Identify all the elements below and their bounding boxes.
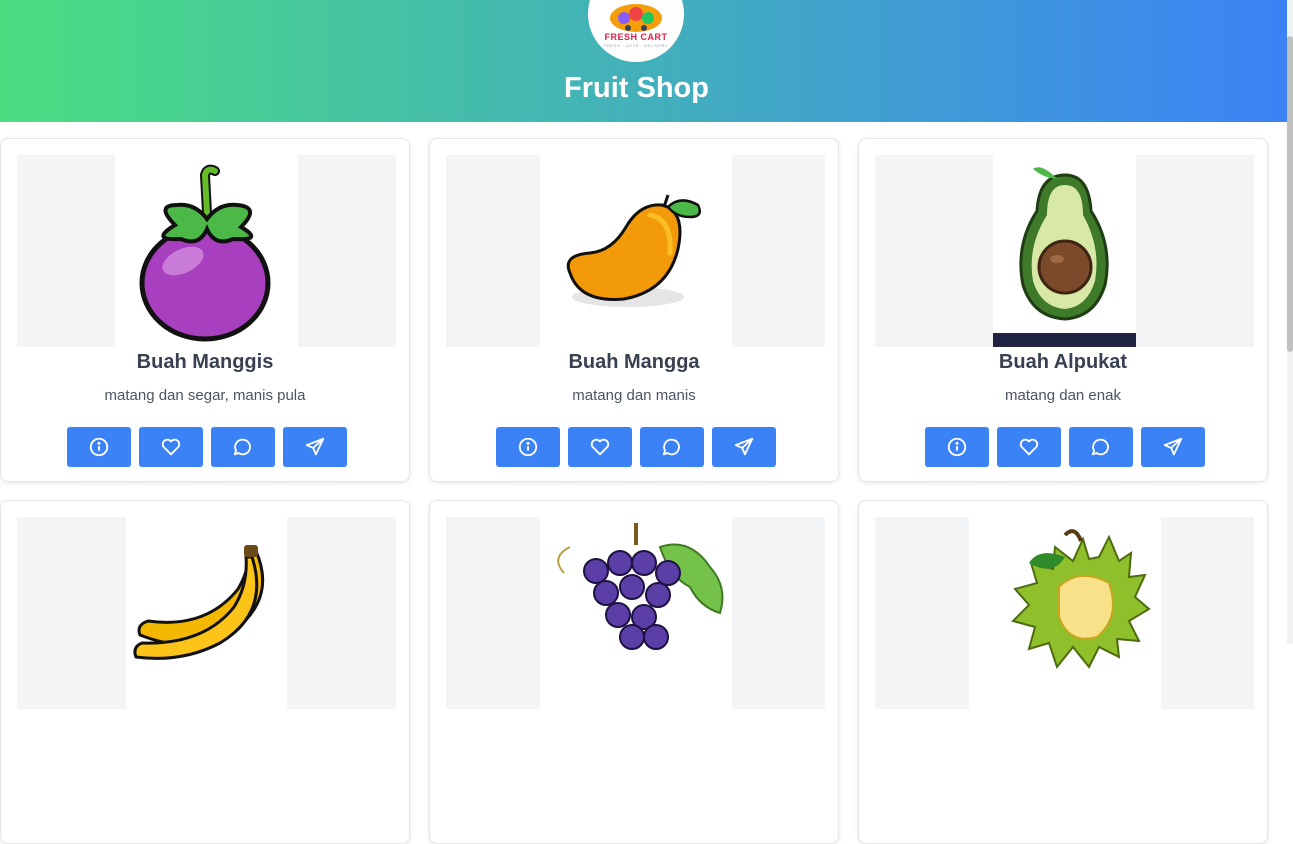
product-image-frame bbox=[875, 155, 1254, 347]
comment-button[interactable] bbox=[640, 427, 704, 467]
product-description: matang dan manis bbox=[572, 387, 696, 404]
cart-logo-icon bbox=[610, 4, 662, 32]
mangosteen-icon bbox=[139, 164, 271, 342]
comment-icon bbox=[233, 438, 251, 456]
heart-icon bbox=[590, 438, 610, 456]
product-image-frame bbox=[446, 517, 825, 709]
like-button[interactable] bbox=[139, 427, 203, 467]
product-image-frame bbox=[446, 155, 825, 347]
product-card: Buah Mangga matang dan manis bbox=[429, 138, 839, 482]
product-name: Buah Alpukat bbox=[998, 351, 1128, 373]
info-button[interactable] bbox=[925, 427, 989, 467]
grapes-icon bbox=[557, 523, 724, 650]
product-image-frame bbox=[17, 517, 396, 709]
heart-icon bbox=[161, 438, 181, 456]
share-button[interactable] bbox=[712, 427, 776, 467]
fresh-cart-logo[interactable]: FRESH CART FRESH · JUICE · DELIVERY bbox=[588, 0, 684, 62]
info-button[interactable] bbox=[496, 427, 560, 467]
product-card: Buah Manggis matang dan segar, manis pul… bbox=[0, 138, 410, 482]
avocado-icon bbox=[993, 167, 1136, 347]
product-image[interactable] bbox=[126, 517, 287, 709]
product-actions bbox=[430, 427, 838, 467]
comment-button[interactable] bbox=[1069, 427, 1133, 467]
product-image[interactable] bbox=[993, 155, 1136, 347]
share-button[interactable] bbox=[283, 427, 347, 467]
scrollbar-thumb[interactable] bbox=[1287, 36, 1293, 352]
product-image-frame bbox=[17, 155, 396, 347]
page-header: FRESH CART FRESH · JUICE · DELIVERY Frui… bbox=[0, 0, 1287, 122]
product-actions bbox=[859, 427, 1267, 467]
product-name: Buah Manggis bbox=[136, 351, 274, 373]
mango-icon bbox=[566, 194, 701, 307]
banana-icon bbox=[133, 545, 265, 660]
info-icon bbox=[518, 437, 538, 457]
comment-icon bbox=[662, 438, 680, 456]
product-description: matang dan segar, manis pula bbox=[104, 387, 306, 404]
share-button[interactable] bbox=[1141, 427, 1205, 467]
product-actions bbox=[1, 427, 409, 467]
product-card: Buah Alpukat matang dan enak bbox=[858, 138, 1268, 482]
page-scrollbar[interactable] bbox=[1287, 0, 1293, 644]
like-button[interactable] bbox=[568, 427, 632, 467]
product-description: matang dan enak bbox=[1005, 387, 1121, 404]
product-image[interactable] bbox=[115, 155, 298, 347]
product-card bbox=[858, 500, 1268, 844]
product-image[interactable] bbox=[540, 517, 732, 709]
like-button[interactable] bbox=[997, 427, 1061, 467]
send-icon bbox=[305, 437, 325, 456]
product-card bbox=[429, 500, 839, 844]
product-image-frame bbox=[875, 517, 1254, 709]
product-name: Buah Mangga bbox=[568, 351, 700, 373]
product-image[interactable] bbox=[969, 517, 1161, 709]
product-image[interactable] bbox=[540, 155, 732, 347]
logo-subtext: FRESH · JUICE · DELIVERY bbox=[604, 43, 668, 48]
page-title: Fruit Shop bbox=[564, 72, 709, 104]
durian-icon bbox=[1011, 529, 1151, 670]
comment-button[interactable] bbox=[211, 427, 275, 467]
info-icon bbox=[947, 437, 967, 457]
send-icon bbox=[734, 437, 754, 456]
logo-text: FRESH CART bbox=[604, 32, 668, 42]
product-card bbox=[0, 500, 410, 844]
send-icon bbox=[1163, 437, 1183, 456]
info-button[interactable] bbox=[67, 427, 131, 467]
comment-icon bbox=[1091, 438, 1109, 456]
heart-icon bbox=[1019, 438, 1039, 456]
info-icon bbox=[89, 437, 109, 457]
